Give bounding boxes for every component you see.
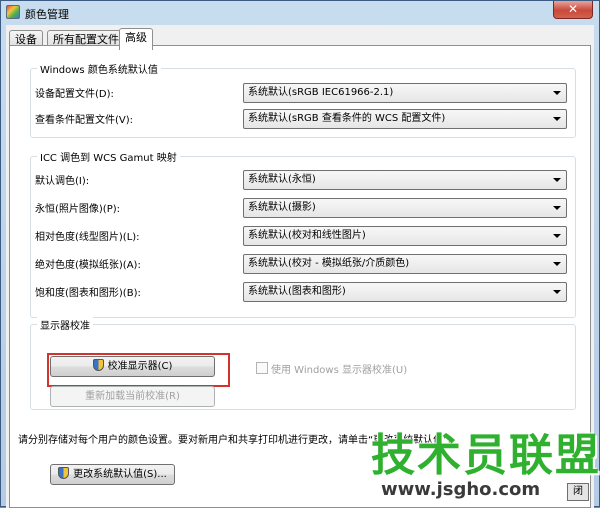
- device-profile-dropdown[interactable]: 系统默认(sRGB IEC61966-2.1): [243, 83, 567, 103]
- viewing-conditions-value: 系统默认(sRGB 查看条件的 WCS 配置文件): [248, 113, 446, 124]
- device-profile-value: 系统默认(sRGB IEC61966-2.1): [248, 87, 394, 98]
- saturation-label: 饱和度(图表和图形)(B):: [35, 288, 141, 299]
- change-system-defaults-label: 更改系统默认值(S)...: [73, 469, 167, 480]
- window-title: 颜色管理: [25, 8, 69, 21]
- site-watermark: 技术员联盟 www.jsgho.com 闭: [371, 419, 599, 507]
- default-rendering-value: 系统默认(永恒): [248, 174, 316, 185]
- default-rendering-label: 默认调色(I):: [35, 176, 90, 187]
- watermark-url: www.jsgho.com: [381, 479, 541, 500]
- uac-shield-icon: [92, 359, 104, 371]
- saturation-dropdown[interactable]: 系统默认(图表和图形): [243, 282, 567, 302]
- color-management-window: 颜色管理 ✕ 设备 所有配置文件 高级 Windows 颜色系统默认值 设备配置…: [0, 0, 600, 508]
- chevron-down-icon: [553, 206, 561, 210]
- color-management-icon: [6, 5, 20, 19]
- perceptual-label: 永恒(照片图像)(P):: [35, 204, 121, 215]
- close-button-fragment[interactable]: 闭: [567, 483, 589, 501]
- chevron-down-icon: [553, 178, 561, 182]
- saturation-value: 系统默认(图表和图形): [248, 286, 346, 297]
- relative-colorimetric-label: 相对色度(线型图片)(L):: [35, 232, 140, 243]
- absolute-colorimetric-label: 绝对色度(模拟纸张)(A):: [35, 260, 141, 271]
- uac-shield-icon: [58, 467, 70, 479]
- calibrate-display-label: 校准显示器(C): [107, 361, 173, 372]
- viewing-conditions-label: 查看条件配置文件(V):: [35, 115, 134, 126]
- use-windows-calibration-label: 使用 Windows 显示器校准(U): [271, 365, 408, 376]
- use-windows-calibration-checkbox[interactable]: [256, 362, 268, 374]
- icc-mapping-title: ICC 调色到 WCS Gamut 映射: [37, 149, 180, 164]
- chevron-down-icon: [553, 91, 561, 95]
- title-bar[interactable]: 颜色管理 ✕: [1, 1, 599, 23]
- watermark-logo-text: 技术员联盟: [371, 430, 600, 481]
- relative-colorimetric-dropdown[interactable]: 系统默认(校对和线性图片): [243, 226, 567, 246]
- perceptual-value: 系统默认(摄影): [248, 202, 316, 213]
- change-system-defaults-button[interactable]: 更改系统默认值(S)...: [50, 464, 175, 485]
- chevron-down-icon: [553, 117, 561, 121]
- windows-defaults-title: Windows 颜色系统默认值: [37, 61, 161, 76]
- relative-colorimetric-value: 系统默认(校对和线性图片): [248, 230, 366, 241]
- chevron-down-icon: [553, 234, 561, 238]
- device-profile-label: 设备配置文件(D):: [35, 89, 114, 100]
- default-rendering-dropdown[interactable]: 系统默认(永恒): [243, 170, 567, 190]
- perceptual-dropdown[interactable]: 系统默认(摄影): [243, 198, 567, 218]
- absolute-colorimetric-dropdown[interactable]: 系统默认(校对 - 模拟纸张/介质颜色): [243, 254, 567, 274]
- chevron-down-icon: [553, 262, 561, 266]
- close-button[interactable]: ✕: [553, 1, 593, 19]
- calibrate-display-button[interactable]: 校准显示器(C): [50, 356, 215, 377]
- viewing-conditions-dropdown[interactable]: 系统默认(sRGB 查看条件的 WCS 配置文件): [243, 109, 567, 129]
- tab-advanced[interactable]: 高级: [119, 28, 153, 50]
- display-calibration-title: 显示器校准: [37, 317, 93, 332]
- chevron-down-icon: [553, 290, 561, 294]
- absolute-colorimetric-value: 系统默认(校对 - 模拟纸张/介质颜色): [248, 258, 410, 269]
- reload-calibration-button[interactable]: 重新加载当前校准(R): [50, 386, 215, 407]
